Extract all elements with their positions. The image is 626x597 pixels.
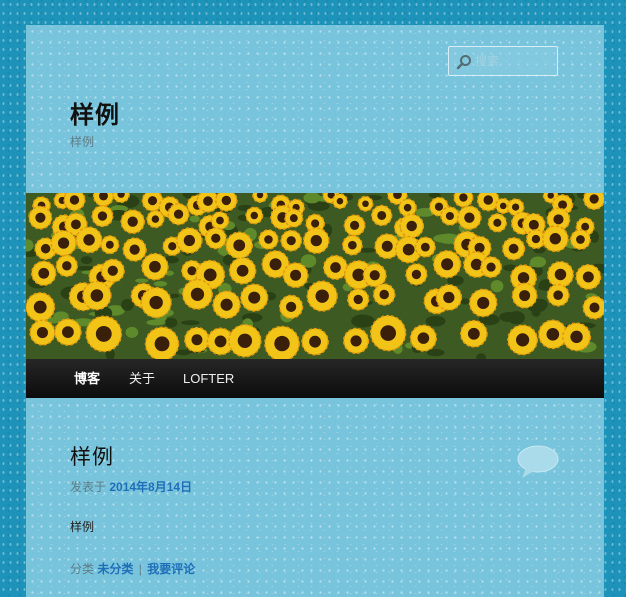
post-body: 样例 — [70, 520, 95, 534]
sunflower — [487, 213, 508, 233]
site-title[interactable]: 样例 — [70, 95, 120, 130]
sunflower — [405, 263, 428, 286]
sunflower — [331, 193, 348, 210]
sunflower-field-image — [26, 193, 604, 359]
sunflower — [100, 235, 120, 255]
sunflower — [301, 327, 329, 356]
sunflower — [144, 326, 180, 359]
sunflower — [306, 280, 338, 312]
sunflower — [569, 229, 591, 250]
sunflower — [120, 209, 145, 234]
sunflower — [525, 229, 546, 250]
header-banner-image[interactable] — [26, 193, 604, 359]
sunflower — [562, 322, 592, 352]
site-description: 样例 — [70, 135, 95, 149]
sunflower — [54, 318, 82, 346]
sunflower — [278, 294, 304, 319]
sunflower — [176, 227, 203, 254]
sunflower — [280, 229, 303, 252]
footer-separator: | — [138, 562, 142, 576]
sunflower — [245, 206, 264, 225]
post-meta: 发表于 2014年8月14日 — [70, 478, 192, 495]
post-title[interactable]: 样例 — [70, 441, 114, 471]
sunflower — [181, 278, 213, 310]
sunflower — [507, 324, 539, 356]
sunflower — [50, 229, 77, 257]
sunflower — [322, 254, 349, 281]
sunflower — [468, 288, 498, 318]
post-footer: 分类 未分类 | 我要评论 — [70, 560, 195, 577]
comment-bubble-icon[interactable] — [516, 444, 560, 480]
search-box[interactable] — [448, 46, 558, 76]
sunflower — [210, 211, 230, 230]
sunflower — [457, 205, 482, 230]
sunflower — [440, 206, 460, 226]
sunflower — [546, 283, 570, 307]
sunflower — [357, 195, 374, 212]
sunflower — [546, 260, 574, 288]
sunflower — [85, 315, 123, 353]
sunflower — [369, 314, 407, 352]
sunflower — [204, 227, 227, 250]
category-prefix: 分类 — [70, 562, 95, 576]
sunflower — [453, 193, 474, 208]
main-nav: 博客 关于 LOFTER — [26, 359, 604, 398]
page-container: 样例 样例 博客 关于 LOFTER 样例 发表于 2014年8月14日 样例 … — [26, 25, 604, 597]
sunflower — [100, 258, 125, 283]
sunflower — [343, 214, 366, 237]
sunflower — [75, 226, 103, 254]
sunflower — [141, 252, 169, 281]
sunflower — [184, 326, 210, 353]
nav-item-about[interactable]: 关于 — [129, 359, 155, 398]
post-meta-prefix: 发表于 — [70, 480, 107, 494]
sunflower — [228, 324, 262, 358]
sunflower — [252, 193, 268, 204]
post-date-link[interactable]: 2014年8月14日 — [109, 480, 192, 494]
sunflower — [362, 263, 387, 288]
sunflower — [399, 213, 425, 239]
sunflower — [302, 227, 330, 254]
sunflower — [91, 204, 114, 228]
sunflower — [284, 208, 304, 228]
sunflower — [371, 204, 393, 227]
sunflower — [140, 286, 172, 319]
category-link[interactable]: 未分类 — [97, 562, 133, 576]
search-input[interactable] — [475, 52, 553, 70]
sunflower — [55, 254, 79, 278]
sunflower — [282, 262, 309, 289]
nav-item-lofter[interactable]: LOFTER — [183, 359, 234, 398]
sunflower — [225, 231, 254, 260]
sunflower — [480, 256, 502, 279]
nav-item-blog[interactable]: 博客 — [74, 359, 100, 398]
sunflower — [414, 236, 436, 258]
search-icon — [456, 55, 471, 70]
sunflower — [31, 260, 57, 287]
sunflower — [511, 282, 538, 309]
sunflower — [374, 233, 401, 260]
sunflower — [167, 203, 190, 226]
sunflower — [342, 327, 370, 355]
sunflower — [435, 284, 463, 311]
sunflower — [575, 263, 602, 290]
sunflower — [459, 319, 488, 348]
sunflower — [341, 234, 363, 256]
sunflower — [409, 324, 438, 352]
sunflower — [372, 283, 396, 306]
sunflower — [432, 250, 462, 279]
sunflower — [146, 210, 165, 229]
sunflower — [541, 225, 569, 253]
sunflower — [398, 198, 417, 217]
sunflower — [212, 290, 241, 319]
sunflower — [228, 256, 257, 285]
leave-comment-link[interactable]: 我要评论 — [147, 562, 195, 576]
sunflower — [28, 205, 53, 230]
sunflower — [122, 237, 147, 262]
sunflower — [258, 229, 279, 250]
sunflower — [501, 237, 526, 261]
sunflower — [240, 283, 269, 312]
sunflower — [26, 292, 56, 323]
sunflower — [29, 319, 56, 346]
sunflower — [82, 280, 112, 311]
sunflower — [347, 288, 370, 311]
